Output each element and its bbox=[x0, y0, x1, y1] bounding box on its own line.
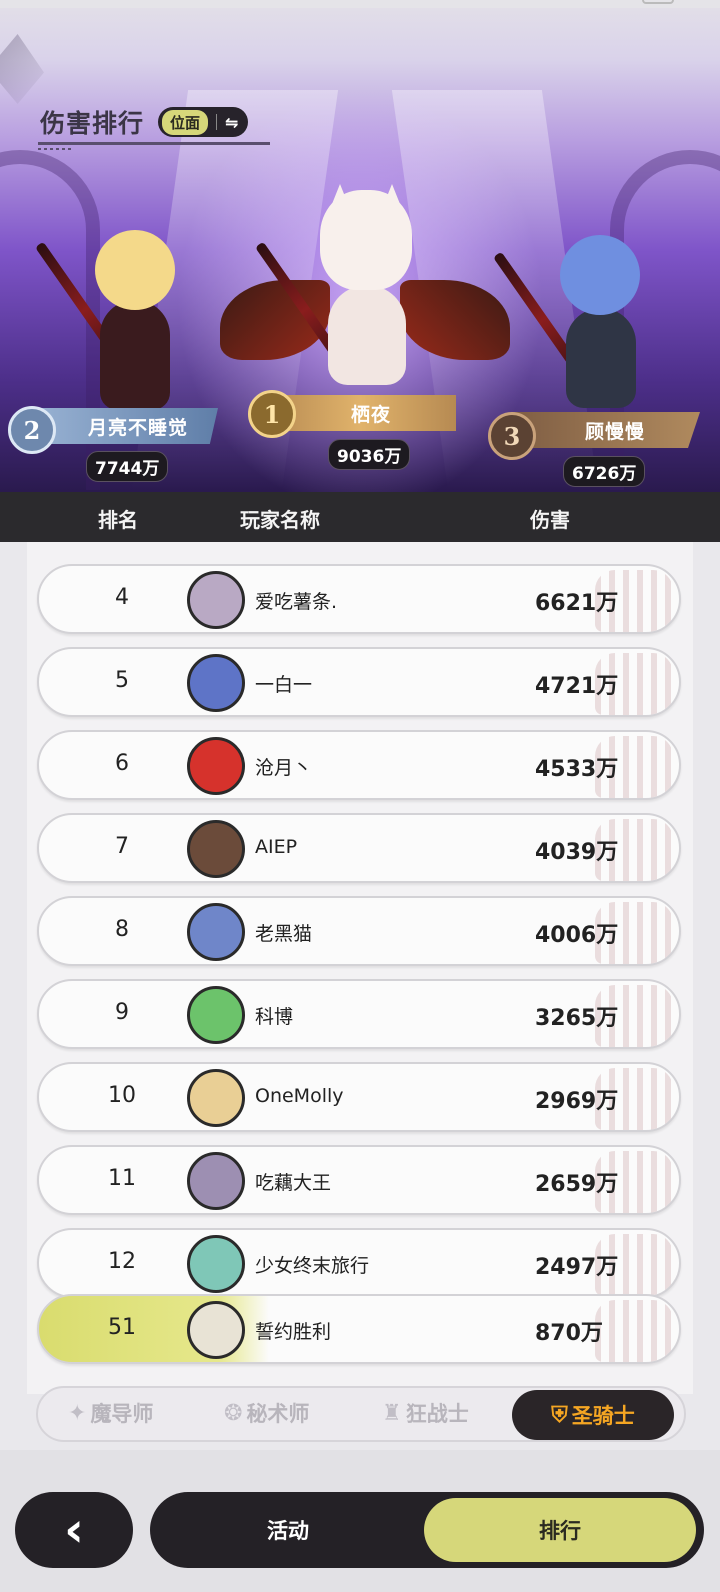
status-bar bbox=[0, 0, 720, 8]
battery-icon bbox=[642, 0, 674, 4]
row-player-name: AIEP bbox=[255, 836, 298, 858]
avatar[interactable] bbox=[187, 1235, 245, 1293]
podium-score-2: 7744万 bbox=[86, 451, 169, 482]
table-row[interactable]: 10 OneMolly 2969万 bbox=[37, 1062, 681, 1132]
page-header: 伤害排行 位面 ⇋ bbox=[40, 104, 249, 140]
podium-banner: 月亮不睡觉 2 7744万 栖夜 1 9036万 顾慢慢 3 6726万 bbox=[0, 0, 720, 492]
ranking-button[interactable]: 排行 bbox=[424, 1498, 696, 1562]
avatar[interactable] bbox=[187, 986, 245, 1044]
avatar[interactable] bbox=[187, 654, 245, 712]
table-row[interactable]: 6 沧月丶 4533万 bbox=[37, 730, 681, 800]
row-damage: 6621万 bbox=[535, 591, 619, 616]
avatar[interactable] bbox=[187, 903, 245, 961]
title-dots bbox=[38, 148, 72, 150]
avatar[interactable] bbox=[187, 1152, 245, 1210]
avatar[interactable] bbox=[187, 571, 245, 629]
corner-ornament bbox=[0, 34, 44, 104]
row-rank: 8 bbox=[115, 917, 129, 942]
table-row[interactable]: 11 吃藕大王 2659万 bbox=[37, 1145, 681, 1215]
activity-button[interactable]: 活动 bbox=[150, 1492, 426, 1568]
row-player-name: 沧月丶 bbox=[255, 757, 313, 779]
tab-berserker[interactable]: ♜ 狂战士 bbox=[382, 1398, 469, 1428]
row-player-name: 誓约胜利 bbox=[255, 1321, 332, 1343]
chevron-left-icon: ‹ bbox=[64, 1502, 84, 1558]
podium-score-1: 9036万 bbox=[328, 439, 411, 470]
column-rank: 排名 bbox=[98, 508, 138, 532]
row-rank: 9 bbox=[115, 1000, 129, 1025]
row-rank: 5 bbox=[115, 668, 129, 693]
row-damage: 4006万 bbox=[535, 923, 619, 948]
row-damage: 4039万 bbox=[535, 840, 619, 865]
row-rank: 6 bbox=[115, 751, 129, 776]
second-place-character[interactable] bbox=[35, 210, 200, 410]
table-row[interactable]: 9 科博 3265万 bbox=[37, 979, 681, 1049]
swap-icon: ⇋ bbox=[225, 112, 239, 132]
row-player-name: 吃藕大王 bbox=[255, 1172, 332, 1194]
row-rank: 4 bbox=[115, 585, 129, 610]
podium-name-3: 顾慢慢 bbox=[584, 420, 645, 443]
row-damage: 3265万 bbox=[535, 1006, 619, 1031]
paladin-icon: ⛨ bbox=[551, 1402, 568, 1428]
podium-name-1: 栖夜 bbox=[350, 403, 391, 426]
ranking-list[interactable]: 4 爱吃薯条. 6621万 5 一白一 4721万 6 沧月丶 4533万 7 … bbox=[27, 542, 693, 1394]
page-title: 伤害排行 bbox=[40, 109, 145, 138]
row-damage: 4721万 bbox=[535, 674, 619, 699]
mode-label: 位面 bbox=[162, 109, 209, 135]
avatar[interactable] bbox=[187, 737, 245, 795]
row-rank: 7 bbox=[115, 834, 129, 859]
tab-arcanist[interactable]: ❂ 秘术师 bbox=[224, 1398, 309, 1428]
rank-3-medal-icon: 3 bbox=[488, 412, 536, 460]
rank-2-medal-icon: 2 bbox=[8, 406, 56, 454]
arcanist-icon: ❂ bbox=[224, 1400, 243, 1426]
back-button[interactable]: ‹ bbox=[15, 1492, 133, 1568]
row-rank: 51 bbox=[108, 1315, 136, 1340]
class-tabs: ✦ 魔导师 ❂ 秘术师 ♜ 狂战士 ⛨ 圣骑士 bbox=[36, 1386, 686, 1442]
mode-switch-button[interactable]: 位面 ⇋ bbox=[158, 107, 249, 137]
podium-name-2: 月亮不睡觉 bbox=[87, 416, 188, 439]
row-rank: 11 bbox=[108, 1166, 136, 1191]
title-underline bbox=[38, 142, 270, 145]
avatar[interactable] bbox=[187, 1301, 245, 1359]
table-row[interactable]: 4 爱吃薯条. 6621万 bbox=[37, 564, 681, 634]
table-row[interactable]: 5 一白一 4721万 bbox=[37, 647, 681, 717]
row-rank: 10 bbox=[108, 1083, 136, 1108]
mage-icon: ✦ bbox=[68, 1400, 87, 1426]
row-player-name: 一白一 bbox=[255, 674, 313, 696]
table-row[interactable]: 8 老黑猫 4006万 bbox=[37, 896, 681, 966]
row-damage: 4533万 bbox=[535, 757, 619, 782]
my-rank-row[interactable]: 51 誓约胜利 870万 bbox=[37, 1294, 681, 1364]
rank-1-medal-icon: 1 bbox=[248, 390, 296, 438]
row-player-name: 老黑猫 bbox=[255, 923, 313, 945]
tab-paladin[interactable]: ⛨ 圣骑士 bbox=[512, 1390, 674, 1440]
avatar[interactable] bbox=[187, 1069, 245, 1127]
table-row[interactable]: 12 少女终末旅行 2497万 bbox=[37, 1228, 681, 1298]
column-damage: 伤害 bbox=[530, 508, 570, 532]
podium-score-3: 6726万 bbox=[563, 456, 646, 487]
column-player-name: 玩家名称 bbox=[240, 508, 320, 532]
table-header: 排名 玩家名称 伤害 bbox=[0, 492, 720, 542]
row-damage: 2659万 bbox=[535, 1172, 619, 1197]
row-player-name: 科博 bbox=[255, 1006, 294, 1028]
table-row[interactable]: 7 AIEP 4039万 bbox=[37, 813, 681, 883]
avatar[interactable] bbox=[187, 820, 245, 878]
tab-mage[interactable]: ✦ 魔导师 bbox=[68, 1398, 153, 1428]
berserker-icon: ♜ bbox=[382, 1400, 402, 1426]
row-damage: 2969万 bbox=[535, 1089, 619, 1114]
row-damage: 870万 bbox=[535, 1321, 603, 1346]
bottom-segment: 活动 排行 bbox=[150, 1492, 704, 1568]
row-damage: 2497万 bbox=[535, 1255, 619, 1280]
row-player-name: OneMolly bbox=[255, 1085, 344, 1107]
first-place-character[interactable] bbox=[220, 184, 510, 400]
row-player-name: 少女终末旅行 bbox=[255, 1255, 370, 1277]
row-player-name: 爱吃薯条. bbox=[255, 591, 338, 613]
row-rank: 12 bbox=[108, 1249, 136, 1274]
third-place-character[interactable] bbox=[493, 220, 680, 420]
